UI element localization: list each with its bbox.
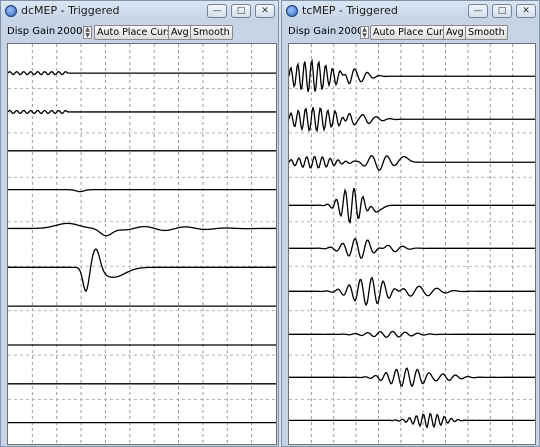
gain-spinner[interactable]: ▲ ▼ [83,26,92,39]
tcmep-titlebar[interactable]: tcMEP - Triggered — □ ✕ [282,1,539,21]
close-button[interactable]: ✕ [255,4,275,18]
trace-line [8,188,276,193]
smooth-button[interactable]: Smooth [465,25,508,40]
dcmep-titlebar[interactable]: dcMEP - Triggered — □ ✕ [1,1,278,21]
close-button[interactable]: ✕ [516,4,536,18]
app-icon [286,5,298,17]
tcmep-window: tcMEP - Triggered — □ ✕ Disp Gain 2000 ▲… [281,0,540,447]
trace-line [289,58,535,92]
dcmep-trace-plot[interactable] [7,43,277,445]
tcmep-trace-svg [289,44,535,444]
trace-line [289,187,535,224]
trace-line [289,276,535,307]
minimize-button[interactable]: — [468,4,488,18]
minimize-button[interactable]: — [207,4,227,18]
window-title: tcMEP - Triggered [302,4,398,17]
avg-button[interactable]: Avg [168,25,192,40]
restore-button[interactable]: □ [231,4,251,18]
window-title: dcMEP - Triggered [21,4,120,17]
trace-line [289,330,535,338]
dcmep-window: dcMEP - Triggered — □ ✕ Disp Gain 2000 ▲… [0,0,279,447]
trace-line [289,412,535,429]
trace-line [289,107,535,133]
trace-line [289,237,535,260]
trace-line [8,222,276,237]
app-icon [5,5,17,17]
smooth-button[interactable]: Smooth [190,25,233,40]
restore-button[interactable]: □ [492,4,512,18]
trace-line [8,109,276,115]
avg-button[interactable]: Avg [443,25,467,40]
disp-gain-label: Disp Gain [7,26,56,37]
trace-line [8,70,276,76]
trace-line [289,367,535,388]
grid [289,44,535,444]
trace-line [8,248,276,293]
disp-gain-label: Disp Gain [288,26,337,37]
dcmep-trace-svg [8,44,276,444]
tcmep-trace-plot[interactable] [288,43,536,445]
disp-gain-value[interactable]: 2000 [57,26,82,37]
gain-spinner[interactable]: ▲ ▼ [360,26,369,39]
trace-line [289,154,535,171]
